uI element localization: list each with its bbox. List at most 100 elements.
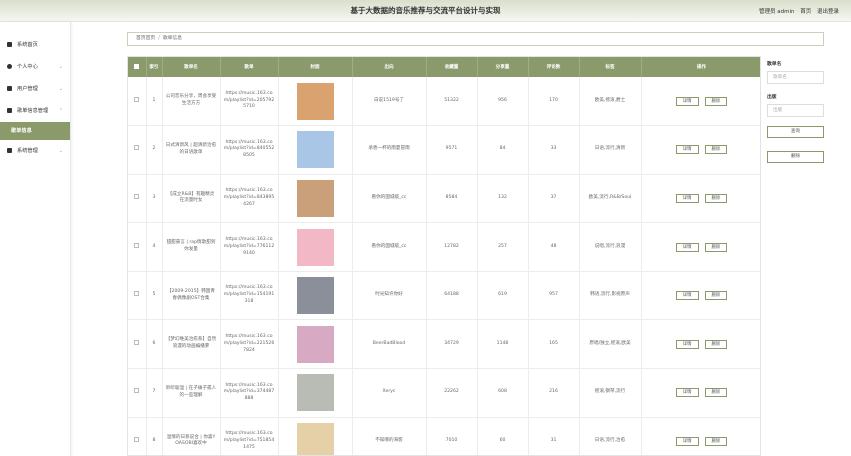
table-header-row: 索引 歌单名 歌单 封面 出向 收藏量 分享量 评论数 标签 操作 [128,57,760,77]
cell-name: 【梦幻唯美治愈系】自然浪漫的动画编播萝 [162,319,221,370]
table-row: 8 温情的日系说合 | 你喜YOASOBI喜欢中 https://music.163… [128,417,760,455]
cell-select[interactable] [128,368,147,418]
detail-button[interactable]: 详情 [675,436,699,446]
cover-image [296,374,334,412]
detail-button[interactable]: 详情 [675,291,699,301]
breadcrumb: 首页首页 / 歌单信息 [127,32,824,46]
cell-actions: 详情 删除 [641,222,760,272]
logout-link[interactable]: 退出登录 [817,9,839,15]
cell-tags: 日语,流行,治愈 [579,417,642,455]
cell-index: 1 [146,77,163,127]
row-checkbox[interactable] [134,437,140,442]
table-row: 5 【2009-2015】韩国青春偶像剧OST合集 https://music.16… [128,271,760,321]
table-row: 3 【成立R&B】有趣精灵在流量时女 https://music.163.com/p… [128,174,760,224]
delete-button[interactable]: 删除 [704,242,728,252]
bulk-delete-button[interactable]: 删除 [767,151,824,163]
row-checkbox[interactable] [134,388,140,394]
delete-button[interactable]: 删除 [704,339,728,349]
cell-url: https://music.163.com/playlist?id=205792… [220,77,279,127]
row-checkbox[interactable] [134,339,140,345]
breadcrumb-current: 歌单信息 [162,36,183,41]
cell-plays: 34729 [426,319,478,370]
detail-button[interactable]: 详情 [675,193,699,203]
cell-name: 公司音乐分享，周会享受生活方方 [162,77,221,127]
cell-index: 4 [146,222,163,272]
header-index: 索引 [146,57,163,77]
home-link[interactable]: 首页 [800,9,811,15]
header-plays: 收藏量 [426,57,478,77]
top-right-links: 管理员 admin 首页 退出登录 [755,7,839,15]
detail-button[interactable]: 详情 [675,242,699,252]
cell-select[interactable] [128,125,147,175]
cell-select[interactable] [128,417,147,455]
chevron-up-icon: ⌃ [58,108,63,114]
cell-cover [278,174,353,224]
detail-button[interactable]: 详情 [675,145,699,155]
cell-tags: 欧美,摇滚,爵士 [579,77,642,127]
cell-select[interactable] [128,77,147,127]
cell-name: 聆听聪温 | 在子痛子孤人的一些理解 [162,368,221,418]
cell-tags: 说唱,流行,浪漫 [579,222,642,272]
sidebar-item-label: 系统首页 [17,42,38,48]
cell-url: https://music.163.com/playlist?id=374487… [220,368,279,418]
detail-button[interactable]: 详情 [675,339,699,349]
delete-button[interactable]: 删除 [704,436,728,446]
chevron-down-icon: ⌄ [58,64,63,70]
delete-button[interactable]: 删除 [704,193,728,203]
delete-button[interactable]: 删除 [704,388,728,398]
cell-actions: 详情 删除 [641,125,760,175]
user-filter-label: 出版 [767,95,777,100]
app-title: 基于大数据的音乐推荐与交流平台设计与实现 [350,6,501,15]
cell-plays: 9571 [426,125,478,175]
sidebar-subitem-playlist-info[interactable]: 歌单信息 [0,122,70,140]
breadcrumb-home[interactable]: 首页首页 [136,36,155,41]
detail-button[interactable]: 详情 [675,388,699,398]
table-row: 1 公司音乐分享，周会享受生活方方 https://music.163.com/pl… [128,77,760,127]
row-checkbox[interactable] [134,145,140,151]
cell-comments: 48 [528,222,580,272]
cell-comments: 37 [528,174,580,224]
detail-button[interactable]: 详情 [675,96,699,106]
select-all-checkbox[interactable] [134,63,140,69]
row-checkbox[interactable] [134,291,140,297]
cell-name: 日式清新风 | 超清新治愈的日语歌单 [162,125,221,175]
sidebar-item-users[interactable]: 用户管理 ⌄ [0,78,70,100]
cell-name: 温情的日系说合 | 你喜YOASOBI喜欢中 [162,417,221,455]
name-filter-input[interactable]: 歌单名 [767,71,824,84]
sidebar-item-profile[interactable]: 个人中心 ⌄ [0,56,70,78]
cell-user: BeerBadBlood [352,319,427,370]
query-button[interactable]: 查询 [767,126,824,138]
cell-shares: 132 [477,174,529,224]
sidebar-item-home[interactable]: 系统首页 [0,34,70,56]
cell-plays: 51322 [426,77,478,127]
cell-shares: 257 [477,222,529,272]
header-select-all[interactable] [128,57,147,77]
delete-button[interactable]: 删除 [704,96,728,106]
cell-actions: 详情 删除 [641,417,760,455]
cell-plays: 8584 [426,174,478,224]
cell-tags: 摇滚,钢琴,流行 [579,368,642,418]
cover-image [296,82,334,120]
cell-actions: 详情 删除 [641,77,760,127]
cell-select[interactable] [128,222,147,272]
sidebar-item-system[interactable]: 系统管理 ⌄ [0,140,70,162]
delete-button[interactable]: 删除 [704,291,728,301]
user-filter-input[interactable]: 出版 [767,104,824,117]
cell-user: 不知哪的海客 [352,417,427,455]
cell-select[interactable] [128,271,147,321]
cell-comments: 165 [528,319,580,370]
cell-name: 【2009-2015】韩国青春偶像剧OST合集 [162,271,221,321]
cell-shares: 619 [477,271,529,321]
cell-select[interactable] [128,319,147,370]
sidebar-item-playlists[interactable]: 歌单信息管理 ⌃ [0,100,70,122]
cell-shares: 60 [477,417,529,455]
cell-shares: 84 [477,125,529,175]
delete-button[interactable]: 删除 [704,145,728,155]
row-checkbox[interactable] [134,242,140,248]
row-checkbox[interactable] [134,194,140,200]
cell-select[interactable] [128,174,147,224]
row-checkbox[interactable] [134,96,140,102]
cell-comments: 170 [528,77,580,127]
cell-index: 2 [146,125,163,175]
sidebar-item-label: 个人中心 [17,64,38,70]
